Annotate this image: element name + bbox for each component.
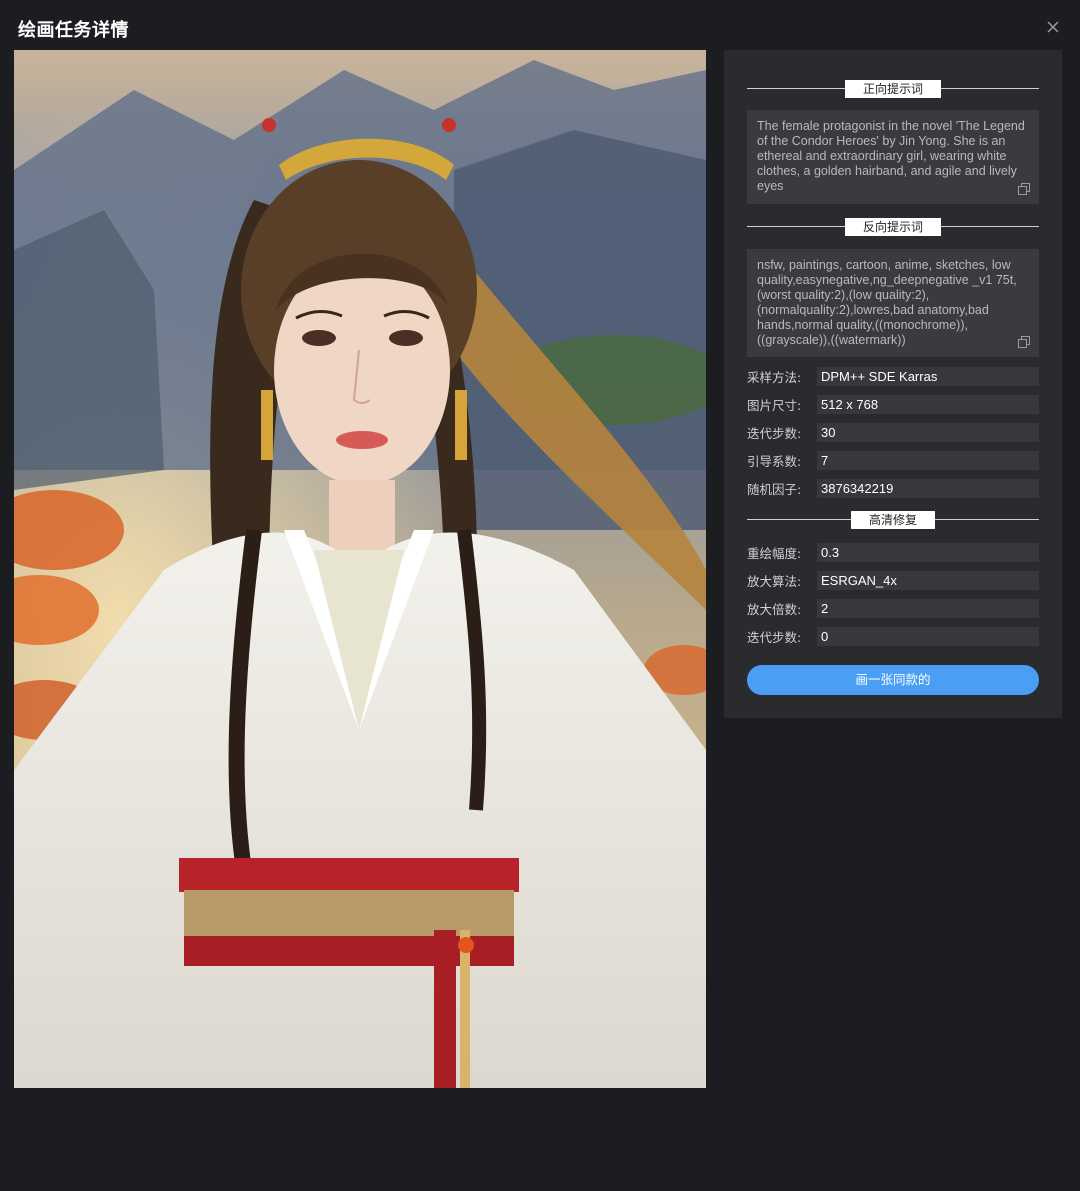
negative-prompt-divider: 反向提示词 [747, 218, 1039, 236]
param-label: 放大倍数: [747, 602, 802, 617]
close-icon[interactable] [1044, 18, 1062, 36]
param-label: 放大算法: [747, 574, 802, 589]
param-label: 迭代步数: [747, 426, 802, 441]
generation-params: 采样方法: DPM++ SDE Karras 图片尺寸: 512 x 768 迭… [747, 367, 1039, 498]
param-row-scale: 放大倍数: 2 [747, 599, 1039, 618]
param-value: 2 [817, 599, 1039, 618]
hires-divider: 高清修复 [747, 511, 1039, 529]
param-row-steps: 迭代步数: 30 [747, 423, 1039, 442]
copy-icon[interactable] [1018, 183, 1030, 195]
param-row-size: 图片尺寸: 512 x 768 [747, 395, 1039, 414]
param-value: 3876342219 [817, 479, 1039, 498]
negative-prompt-box: nsfw, paintings, cartoon, anime, sketche… [747, 249, 1039, 357]
param-row-hires-steps: 迭代步数: 0 [747, 627, 1039, 646]
positive-prompt-heading: 正向提示词 [844, 80, 942, 98]
param-label: 迭代步数: [747, 630, 802, 645]
param-value: 0.3 [817, 543, 1039, 562]
param-value: 0 [817, 627, 1039, 646]
param-row-cfg: 引导系数: 7 [747, 451, 1039, 470]
generated-artwork [14, 50, 706, 1088]
positive-prompt-text: The female protagonist in the novel 'The… [757, 119, 1025, 193]
param-value: 512 x 768 [817, 395, 1039, 414]
positive-prompt-box: The female protagonist in the novel 'The… [747, 110, 1039, 204]
param-label: 采样方法: [747, 370, 802, 385]
hires-heading: 高清修复 [850, 511, 936, 529]
param-label: 重绘幅度: [747, 546, 802, 561]
param-value: DPM++ SDE Karras [817, 367, 1039, 386]
param-value: 7 [817, 451, 1039, 470]
copy-icon[interactable] [1018, 336, 1030, 348]
task-details-panel: 正向提示词 The female protagonist in the nove… [724, 50, 1062, 718]
negative-prompt-text: nsfw, paintings, cartoon, anime, sketche… [757, 258, 1017, 347]
param-row-denoise: 重绘幅度: 0.3 [747, 543, 1039, 562]
draw-same-button[interactable]: 画一张同款的 [747, 665, 1039, 695]
dialog-title: 绘画任务详情 [18, 20, 129, 41]
param-row-seed: 随机因子: 3876342219 [747, 479, 1039, 498]
param-row-upscaler: 放大算法: ESRGAN_4x [747, 571, 1039, 590]
param-label: 引导系数: [747, 454, 802, 469]
positive-prompt-divider: 正向提示词 [747, 80, 1039, 98]
param-label: 图片尺寸: [747, 398, 802, 413]
negative-prompt-heading: 反向提示词 [844, 218, 942, 236]
param-value: ESRGAN_4x [817, 571, 1039, 590]
param-row-sampler: 采样方法: DPM++ SDE Karras [747, 367, 1039, 386]
param-label: 随机因子: [747, 482, 802, 497]
param-value: 30 [817, 423, 1039, 442]
hires-params: 重绘幅度: 0.3 放大算法: ESRGAN_4x 放大倍数: 2 迭代步数: … [747, 543, 1039, 646]
